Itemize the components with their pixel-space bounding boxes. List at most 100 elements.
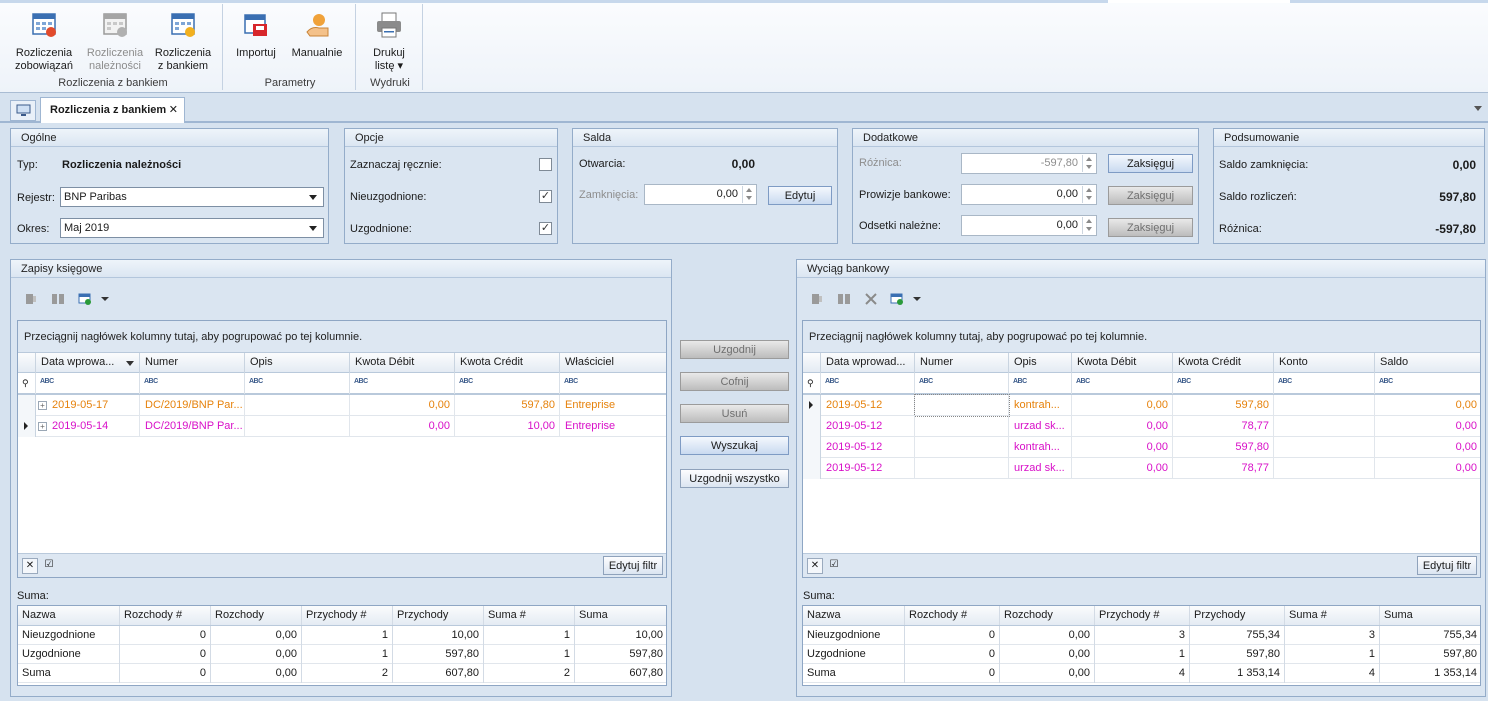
cell-opis[interactable]: kontrah... — [1009, 437, 1072, 458]
cell-data[interactable]: +2019-05-14 — [36, 416, 140, 437]
filter-enabled-checkbox[interactable]: ☑ — [41, 558, 57, 574]
cell-saldo[interactable]: 0,00 — [1375, 458, 1481, 479]
cell-kwota-debit[interactable]: 0,00 — [1072, 458, 1173, 479]
col-header-wlasciciel[interactable]: Właściciel — [560, 353, 668, 373]
filter-cell-abc-icon[interactable]: ABC — [245, 373, 350, 394]
col-header-data[interactable]: Data wprowad... — [821, 353, 915, 373]
drukuj-liste-button[interactable]: Drukuj listę ▾ — [362, 10, 416, 73]
cell-opis[interactable]: kontrah... — [1009, 395, 1072, 416]
cell-kwota-credit[interactable]: 10,00 — [455, 416, 560, 437]
cell-konto[interactable] — [1274, 458, 1375, 479]
col-header-kwota-credit[interactable]: Kwota Crédit — [1173, 353, 1274, 373]
uzgodnij-wszystko-button[interactable]: Uzgodnij wszystko — [680, 469, 789, 488]
cell-kwota-debit[interactable]: 0,00 — [350, 395, 455, 416]
prowizje-input[interactable]: 0,00 — [961, 184, 1097, 205]
col-header-konto[interactable]: Konto — [1274, 353, 1375, 373]
sum-col-suma-count[interactable]: Suma # — [1285, 606, 1380, 625]
edytuj-button[interactable]: Edytuj — [768, 186, 832, 205]
col-header-kwota-credit[interactable]: Kwota Crédit — [455, 353, 560, 373]
manualnie-button[interactable]: Manualnie — [287, 10, 347, 60]
rozliczenia-zobowiazan-button[interactable]: Rozliczenia zobowiązań — [10, 10, 78, 73]
filter-cell-abc-icon[interactable]: ABC — [455, 373, 560, 394]
cell-opis[interactable]: urzad sk... — [1009, 416, 1072, 437]
expand-icon[interactable]: + — [38, 401, 47, 410]
filter-cell-abc-icon[interactable]: ABC — [350, 373, 455, 394]
table-row[interactable]: +2019-05-17 DC/2019/BNP Par... 0,00 597,… — [18, 395, 666, 416]
uzgodnij-button[interactable]: Uzgodnij — [680, 340, 789, 359]
importuj-button[interactable]: Importuj — [228, 10, 284, 60]
roznica-input[interactable]: -597,80 — [961, 153, 1097, 174]
rozliczenia-naleznosci-button[interactable]: Rozliczenia należności — [82, 10, 148, 73]
chevron-down-icon[interactable] — [101, 297, 109, 301]
close-icon[interactable]: ✕ — [169, 103, 178, 116]
usun-button[interactable]: Usuń — [680, 404, 789, 423]
col-header-numer[interactable]: Numer — [140, 353, 245, 373]
detach-icon[interactable] — [837, 292, 851, 306]
wyszukaj-button[interactable]: Wyszukaj — [680, 436, 789, 455]
cell-wlasciciel[interactable]: Entreprise — [560, 416, 668, 437]
cell-numer[interactable] — [915, 458, 1009, 479]
spin-icon[interactable] — [1082, 186, 1095, 203]
sum-col-rozchody-count[interactable]: Rozchody # — [120, 606, 211, 625]
cell-data[interactable]: 2019-05-12 — [821, 395, 915, 416]
sum-col-nazwa[interactable]: Nazwa — [803, 606, 905, 625]
sum-col-przychody-count[interactable]: Przychody # — [1095, 606, 1190, 625]
refresh-list-icon[interactable] — [78, 292, 92, 306]
cell-numer[interactable]: DC/2019/BNP Par... — [140, 416, 245, 437]
sum-col-nazwa[interactable]: Nazwa — [18, 606, 120, 625]
rejestr-select[interactable]: BNP Paribas — [60, 187, 324, 207]
filter-cell-abc-icon[interactable]: ABC — [915, 373, 1009, 394]
zaksieguj-odsetki-button[interactable]: Zaksięguj — [1108, 218, 1193, 237]
odsetki-input[interactable]: 0,00 — [961, 215, 1097, 236]
desktop-tab[interactable] — [10, 100, 36, 121]
cell-kwota-credit[interactable]: 78,77 — [1173, 458, 1274, 479]
cell-wlasciciel[interactable]: Entreprise — [560, 395, 668, 416]
cell-numer[interactable]: DC/2019/BNP Par... — [140, 395, 245, 416]
edytuj-filtr-button[interactable]: Edytuj filtr — [603, 556, 663, 575]
col-header-kwota-debit[interactable]: Kwota Débit — [350, 353, 455, 373]
cell-numer[interactable] — [915, 416, 1009, 437]
col-header-kwota-debit[interactable]: Kwota Débit — [1072, 353, 1173, 373]
clear-filter-icon[interactable]: ✕ — [22, 558, 38, 574]
zamkniecia-input[interactable]: 0,00 — [644, 184, 757, 205]
uzgodnione-checkbox[interactable]: ✓ — [539, 222, 552, 235]
spin-icon[interactable] — [742, 186, 755, 203]
cell-saldo[interactable]: 0,00 — [1375, 416, 1481, 437]
col-header-opis[interactable]: Opis — [1009, 353, 1072, 373]
cell-saldo[interactable]: 0,00 — [1375, 437, 1481, 458]
table-row[interactable]: 2019-05-12 kontrah... 0,00 597,80 0,00 — [803, 394, 1481, 417]
cell-kwota-debit[interactable]: 0,00 — [1072, 395, 1173, 416]
sum-col-suma[interactable]: Suma — [575, 606, 667, 625]
table-row[interactable]: 2019-05-12 urzad sk... 0,00 78,77 0,00 — [803, 458, 1480, 479]
cell-kwota-credit[interactable]: 597,80 — [1173, 395, 1274, 416]
cell-saldo[interactable]: 0,00 — [1375, 395, 1481, 416]
delete-icon[interactable] — [864, 292, 878, 306]
col-header-opis[interactable]: Opis — [245, 353, 350, 373]
col-header-numer[interactable]: Numer — [915, 353, 1009, 373]
zaznaczaj-recznie-checkbox[interactable] — [539, 158, 552, 171]
cell-data[interactable]: +2019-05-17 — [36, 395, 140, 416]
filter-cell-abc-icon[interactable]: ABC — [1072, 373, 1173, 394]
col-header-data[interactable]: Data wprowa... — [36, 353, 140, 373]
sum-row[interactable]: Suma 0 0,00 4 1 353,14 4 1 353,14 — [803, 664, 1480, 683]
cell-data[interactable]: 2019-05-12 — [821, 437, 915, 458]
filter-cell-abc-icon[interactable]: ABC — [36, 373, 140, 394]
spin-icon[interactable] — [1082, 155, 1095, 172]
filter-cell-abc-icon[interactable]: ABC — [821, 373, 915, 394]
clear-filter-icon[interactable]: ✕ — [807, 558, 823, 574]
filter-cell-abc-icon[interactable]: ABC — [1009, 373, 1072, 394]
edytuj-filtr-button[interactable]: Edytuj filtr — [1417, 556, 1477, 575]
cell-kwota-debit[interactable]: 0,00 — [350, 416, 455, 437]
cell-konto[interactable] — [1274, 395, 1375, 416]
sum-row[interactable]: Uzgodnione 0 0,00 1 597,80 1 597,80 — [803, 645, 1480, 664]
cell-opis[interactable]: urzad sk... — [1009, 458, 1072, 479]
cell-kwota-credit[interactable]: 597,80 — [455, 395, 560, 416]
sum-col-suma[interactable]: Suma — [1380, 606, 1481, 625]
sum-col-przychody-count[interactable]: Przychody # — [302, 606, 393, 625]
cofnij-button[interactable]: Cofnij — [680, 372, 789, 391]
filter-enabled-checkbox[interactable]: ☑ — [826, 558, 842, 574]
rozliczenia-z-bankiem-button[interactable]: Rozliczenia z bankiem — [150, 10, 216, 73]
table-row[interactable]: +2019-05-14 DC/2019/BNP Par... 0,00 10,0… — [18, 416, 666, 437]
cell-kwota-credit[interactable]: 597,80 — [1173, 437, 1274, 458]
chevron-down-icon[interactable] — [1474, 106, 1482, 111]
